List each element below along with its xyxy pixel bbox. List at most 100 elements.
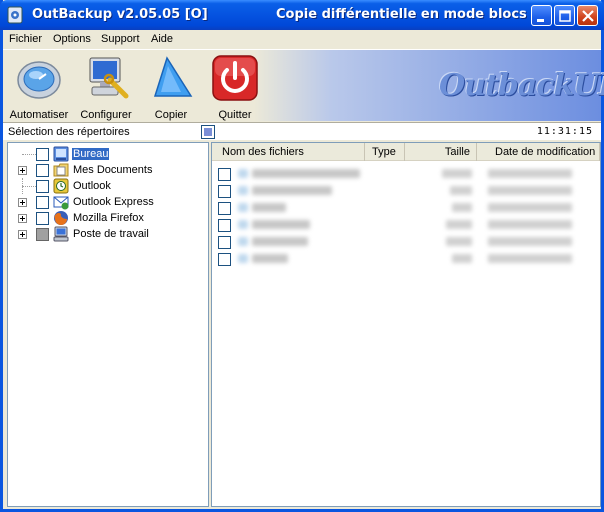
tree-item-mes-documents[interactable]: Mes Documents xyxy=(8,162,208,178)
window-title: OutBackup v2.05.05 [O] xyxy=(32,7,208,22)
file-date-redacted xyxy=(488,203,572,212)
tree-checkbox-partial[interactable] xyxy=(36,228,49,241)
file-name-redacted xyxy=(252,169,360,178)
brand-logo: OutbackUP xyxy=(439,68,604,103)
column-header-type[interactable]: Type xyxy=(365,143,405,161)
app-window: OutBackup v2.05.05 [O] Copie différentie… xyxy=(0,0,604,512)
file-icon xyxy=(238,203,248,212)
tree-checkbox[interactable] xyxy=(36,164,49,177)
select-all-checkbox[interactable] xyxy=(201,125,215,139)
power-icon xyxy=(212,55,258,101)
computer-icon xyxy=(53,226,69,242)
tree-label: Mes Documents xyxy=(73,164,153,176)
automate-label: Automatiser xyxy=(9,109,69,121)
tree-item-mozilla-firefox[interactable]: Mozilla Firefox xyxy=(8,210,208,226)
file-size-redacted xyxy=(442,169,472,178)
file-checkbox[interactable] xyxy=(218,168,231,181)
copy-button[interactable]: Copier xyxy=(143,54,199,121)
documents-folder-icon xyxy=(53,163,69,177)
file-row[interactable] xyxy=(212,251,600,268)
configure-button[interactable]: Configurer xyxy=(75,54,137,121)
expand-icon[interactable] xyxy=(18,166,27,175)
clock-disc-icon xyxy=(17,61,61,99)
selection-bar: Sélection des répertoires 11:31:15 xyxy=(3,122,601,140)
file-checkbox[interactable] xyxy=(218,202,231,215)
menu-options[interactable]: Options xyxy=(53,33,91,45)
tree-checkbox[interactable] xyxy=(36,196,49,209)
file-name-redacted xyxy=(252,186,332,195)
quit-label: Quitter xyxy=(218,109,252,121)
file-name-redacted xyxy=(252,254,288,263)
file-date-redacted xyxy=(488,169,572,178)
file-row[interactable] xyxy=(212,200,600,217)
file-list-header: Nom des fichiers Type Taille Date de mod… xyxy=(212,143,600,161)
directory-tree[interactable]: Bureau Mes Documents Outlook Outlook Exp… xyxy=(7,142,209,507)
column-header-size[interactable]: Taille xyxy=(405,143,477,161)
desktop-icon xyxy=(53,146,69,162)
title-bar[interactable]: OutBackup v2.05.05 [O] Copie différentie… xyxy=(0,0,604,30)
minimize-button[interactable] xyxy=(531,5,552,26)
file-row[interactable] xyxy=(212,217,600,234)
close-icon xyxy=(582,10,594,22)
file-size-redacted xyxy=(452,203,472,212)
file-name-redacted xyxy=(252,237,308,246)
file-icon xyxy=(238,186,248,195)
tree-item-outlook[interactable]: Outlook xyxy=(8,178,208,194)
tree-connector xyxy=(22,186,36,187)
tree-label: Outlook xyxy=(73,180,111,192)
file-list[interactable]: Nom des fichiers Type Taille Date de mod… xyxy=(211,142,601,507)
file-checkbox[interactable] xyxy=(218,219,231,232)
outlook-express-icon xyxy=(53,196,69,210)
file-size-redacted xyxy=(450,186,472,195)
automate-button[interactable]: Automatiser xyxy=(9,54,69,121)
maximize-icon xyxy=(559,10,571,22)
play-triangle-icon xyxy=(153,56,193,97)
menu-bar: Fichier Options Support Aide xyxy=(3,30,601,48)
expand-icon[interactable] xyxy=(18,198,27,207)
expand-icon[interactable] xyxy=(18,214,27,223)
column-header-modified[interactable]: Date de modification xyxy=(477,143,600,161)
tree-item-bureau[interactable]: Bureau xyxy=(8,146,208,162)
menu-support[interactable]: Support xyxy=(101,33,140,45)
file-row[interactable] xyxy=(212,166,600,183)
window-subtitle: Copie différentielle en mode blocs xyxy=(276,7,527,22)
tree-item-outlook-express[interactable]: Outlook Express xyxy=(8,194,208,210)
tree-label: Bureau xyxy=(70,147,111,161)
minimize-icon xyxy=(537,19,544,22)
file-size-redacted xyxy=(446,237,472,246)
file-date-redacted xyxy=(488,220,572,229)
file-checkbox[interactable] xyxy=(218,253,231,266)
file-icon xyxy=(238,169,248,178)
file-icon xyxy=(238,220,248,229)
tree-item-poste-de-travail[interactable]: Poste de travail xyxy=(8,226,208,242)
column-header-name[interactable]: Nom des fichiers xyxy=(212,143,365,161)
selection-label: Sélection des répertoires xyxy=(8,126,130,138)
file-name-redacted xyxy=(252,203,286,212)
outlook-icon xyxy=(53,178,69,194)
file-row[interactable] xyxy=(212,234,600,251)
file-row[interactable] xyxy=(212,183,600,200)
maximize-button[interactable] xyxy=(554,5,575,26)
file-checkbox[interactable] xyxy=(218,236,231,249)
file-size-redacted xyxy=(446,220,472,229)
monitor-wrench-icon xyxy=(89,57,129,99)
app-icon[interactable] xyxy=(6,6,24,24)
menu-fichier[interactable]: Fichier xyxy=(9,33,42,45)
close-button[interactable] xyxy=(577,5,598,26)
expand-icon[interactable] xyxy=(18,230,27,239)
file-icon xyxy=(238,237,248,246)
tree-label: Outlook Express xyxy=(73,196,154,208)
toolbar: Automatiser Configurer Copier Quitter Ou… xyxy=(3,49,604,121)
file-checkbox[interactable] xyxy=(218,185,231,198)
file-date-redacted xyxy=(488,186,572,195)
tree-checkbox[interactable] xyxy=(36,212,49,225)
quit-button[interactable]: Quitter xyxy=(207,54,263,121)
file-date-redacted xyxy=(488,254,572,263)
firefox-icon xyxy=(54,211,68,225)
menu-aide[interactable]: Aide xyxy=(151,33,173,45)
tree-checkbox[interactable] xyxy=(36,180,49,193)
tree-checkbox[interactable] xyxy=(36,148,49,161)
clock-display: 11:31:15 xyxy=(536,126,593,137)
file-date-redacted xyxy=(488,237,572,246)
tree-label: Poste de travail xyxy=(73,228,149,240)
